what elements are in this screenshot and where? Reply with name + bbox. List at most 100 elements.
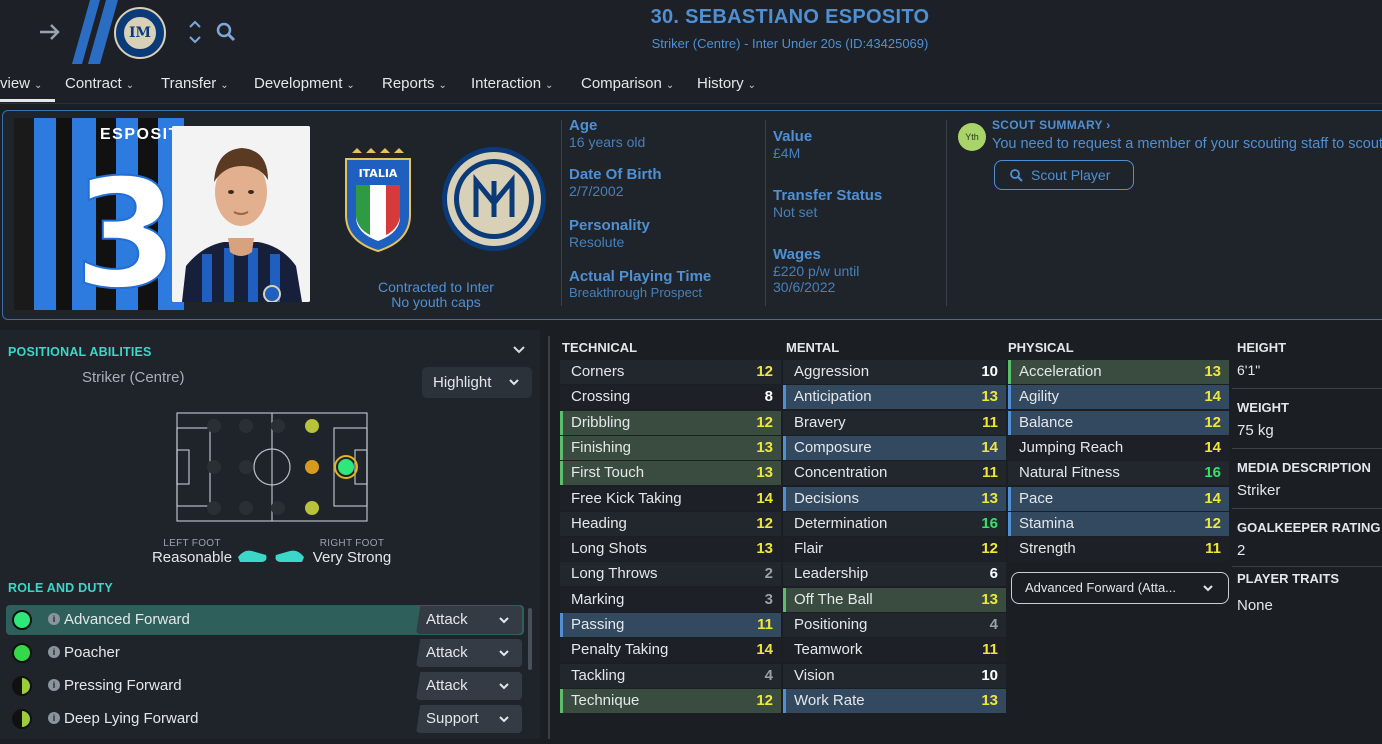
- attribute-row[interactable]: Tackling 4: [560, 663, 781, 688]
- chevron-down-icon: [508, 367, 520, 411]
- role-row-advanced-forward[interactable]: i Advanced Forward Attack: [6, 605, 524, 635]
- attribute-row[interactable]: Determination 16: [783, 511, 1006, 536]
- tab-overview[interactable]: view ⌄: [0, 75, 42, 92]
- transfer-status-label: Transfer Status: [773, 187, 883, 204]
- attribute-row[interactable]: Leadership 6: [783, 562, 1006, 587]
- chevron-down-icon: ⌄: [34, 80, 43, 91]
- technical-title: TECHNICAL: [562, 340, 638, 355]
- attribute-row[interactable]: Marking 3: [560, 587, 781, 612]
- wages-value: £220 p/w until: [773, 263, 860, 279]
- attribute-row[interactable]: Decisions 13: [783, 486, 1006, 511]
- playing-time-label: Actual Playing Time: [569, 268, 712, 285]
- attribute-row[interactable]: Anticipation 13: [783, 385, 1006, 410]
- attribute-name: Leadership: [794, 565, 869, 583]
- left-foot-value: Reasonable: [151, 549, 233, 566]
- attribute-row[interactable]: Long Throws 2: [560, 562, 781, 587]
- attribute-row[interactable]: Off The Ball 13: [783, 587, 1006, 612]
- divider: [1232, 508, 1382, 509]
- attribute-row[interactable]: First Touch 13: [560, 461, 781, 486]
- attribute-row[interactable]: Technique 12: [560, 688, 781, 713]
- attribute-row[interactable]: Crossing 8: [560, 385, 781, 410]
- attribute-row[interactable]: Teamwork 11: [783, 638, 1006, 663]
- tab-comparison[interactable]: Comparison ⌄: [581, 75, 674, 92]
- divider: [561, 120, 562, 306]
- attribute-row[interactable]: Balance 12: [1008, 410, 1229, 435]
- search-icon: [1010, 169, 1023, 182]
- attribute-row[interactable]: Strength 11: [1008, 537, 1229, 562]
- tab-reports[interactable]: Reports ⌄: [382, 75, 447, 92]
- attribute-value: 13: [981, 489, 998, 507]
- attribute-name: Concentration: [794, 464, 888, 482]
- role-highlight-dropdown[interactable]: Advanced Forward (Atta...: [1011, 572, 1229, 604]
- up-down-icon[interactable]: [188, 18, 202, 46]
- attribute-row[interactable]: Positioning 4: [783, 613, 1006, 637]
- attribute-row[interactable]: Jumping Reach 14: [1008, 435, 1229, 460]
- attribute-row[interactable]: Concentration 11: [783, 461, 1006, 486]
- attribute-value: 11: [982, 413, 998, 431]
- attribute-row[interactable]: Natural Fitness 16: [1008, 461, 1229, 486]
- attribute-name: Passing: [571, 616, 625, 633]
- attribute-row[interactable]: Dribbling 12: [560, 410, 781, 435]
- scout-summary-link[interactable]: SCOUT SUMMARY ›: [992, 118, 1111, 132]
- tab-development[interactable]: Development ⌄: [254, 75, 355, 92]
- info-icon[interactable]: i: [48, 712, 60, 724]
- attribute-name: Determination: [794, 514, 888, 532]
- attribute-row[interactable]: Flair 12: [783, 537, 1006, 562]
- left-foot-label: LEFT FOOT: [163, 538, 221, 549]
- tab-transfer[interactable]: Transfer ⌄: [161, 75, 229, 92]
- attribute-row[interactable]: Finishing 13: [560, 435, 781, 460]
- attribute-row[interactable]: Aggression 10: [783, 360, 1006, 384]
- attribute-row[interactable]: Corners 12: [560, 360, 781, 384]
- value-block: Value £4M: [773, 128, 812, 161]
- attribute-row[interactable]: Stamina 12: [1008, 511, 1229, 536]
- attribute-row[interactable]: Free Kick Taking 14: [560, 486, 781, 511]
- attribute-row[interactable]: Composure 14: [783, 435, 1006, 460]
- info-icon[interactable]: i: [48, 613, 60, 625]
- attribute-row[interactable]: Agility 14: [1008, 385, 1229, 410]
- role-row-deep-lying-forward[interactable]: i Deep Lying Forward Support: [6, 704, 524, 734]
- attribute-value: 11: [982, 641, 998, 659]
- attribute-value: 10: [981, 363, 998, 380]
- club-badge-small[interactable]: IM: [114, 7, 166, 59]
- tab-contract[interactable]: Contract ⌄: [65, 75, 134, 92]
- tab-interaction[interactable]: Interaction ⌄: [471, 75, 553, 92]
- tab-history[interactable]: History ⌄: [697, 75, 756, 92]
- value-label: Value: [773, 128, 813, 145]
- attribute-row[interactable]: Penalty Taking 14: [560, 638, 781, 663]
- age-value: 16 years old: [569, 134, 646, 150]
- attribute-row[interactable]: Work Rate 13: [783, 688, 1006, 713]
- role-row-poacher[interactable]: i Poacher Attack: [6, 638, 524, 668]
- duty-dropdown[interactable]: Attack: [416, 672, 522, 700]
- attribute-row[interactable]: Heading 12: [560, 511, 781, 536]
- duty-dropdown[interactable]: Support: [416, 705, 522, 733]
- highlight-dropdown[interactable]: Highlight: [422, 367, 532, 398]
- attribute-name: First Touch: [571, 464, 645, 482]
- attribute-row[interactable]: Vision 10: [783, 663, 1006, 688]
- attribute-name: Agility: [1019, 388, 1060, 406]
- scout-player-button[interactable]: Scout Player: [994, 160, 1134, 190]
- attribute-row[interactable]: Acceleration 13: [1008, 360, 1229, 384]
- right-foot-label: RIGHT FOOT: [319, 538, 385, 549]
- height-value: 6'1": [1237, 362, 1261, 378]
- attribute-value: 2: [764, 565, 773, 583]
- attribute-name: Anticipation: [794, 388, 872, 406]
- attribute-value: 12: [1204, 514, 1221, 532]
- chevron-down-icon[interactable]: [512, 344, 526, 358]
- info-icon[interactable]: i: [48, 646, 60, 658]
- info-icon[interactable]: i: [48, 679, 60, 691]
- duty-dropdown[interactable]: Attack: [416, 606, 522, 634]
- roles-scrollbar[interactable]: [528, 608, 532, 670]
- role-row-pressing-forward[interactable]: i Pressing Forward Attack: [6, 671, 524, 701]
- attribute-value: 4: [989, 616, 998, 633]
- attribute-row[interactable]: Bravery 11: [783, 410, 1006, 435]
- forward-arrow-icon[interactable]: [36, 18, 64, 46]
- divider: [946, 120, 947, 306]
- search-icon[interactable]: [214, 20, 238, 44]
- attribute-row[interactable]: Pace 14: [1008, 486, 1229, 511]
- chevron-down-icon: ⌄: [346, 80, 355, 91]
- attribute-row[interactable]: Passing 11: [560, 613, 781, 637]
- attribute-row[interactable]: Long Shots 13: [560, 537, 781, 562]
- italy-national-badge: ITALIA: [342, 145, 414, 253]
- duty-dropdown[interactable]: Attack: [416, 639, 522, 667]
- role-suitability-icon: [12, 676, 32, 696]
